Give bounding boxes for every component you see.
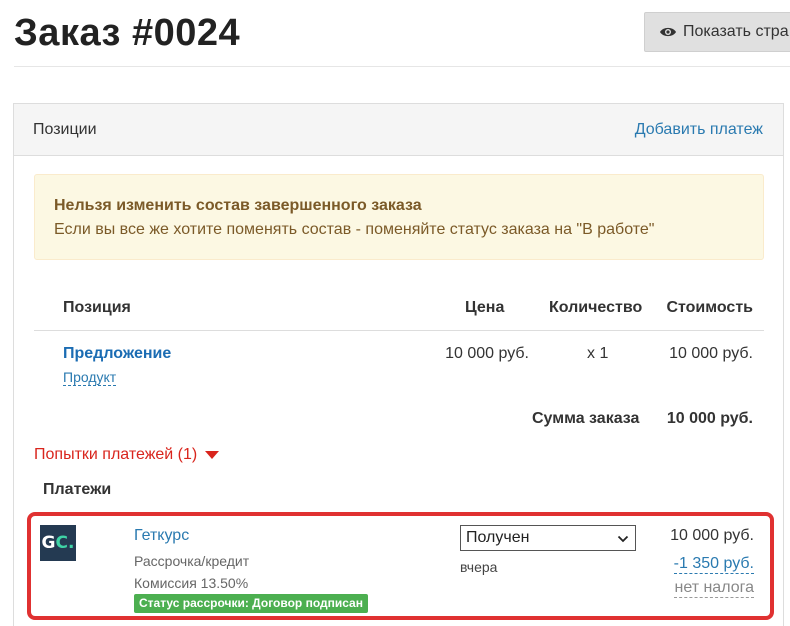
header-price: Цена	[465, 299, 505, 316]
panel-title: Позиции	[33, 121, 97, 138]
order-total-value: 10 000 руб.	[666, 410, 753, 427]
payment-status-value: Получен	[466, 529, 530, 546]
alert-title: Нельзя изменить состав завершенного зака…	[54, 197, 422, 214]
payment-date: вчера	[460, 559, 498, 575]
page-title: Заказ #0024	[14, 12, 241, 54]
logo-letter-c: C.	[55, 533, 75, 553]
payment-method: Рассрочка/кредит	[134, 553, 250, 569]
payment-row: G C. Геткурс Рассрочка/кредит Комиссия 13…	[27, 512, 774, 620]
item-quantity: x 1	[587, 345, 609, 362]
chevron-down-icon	[617, 532, 629, 544]
item-price: 10 000 руб.	[445, 345, 529, 362]
payment-attempts-label: Попытки платежей (1)	[34, 446, 198, 463]
alert-text: Если вы все же хотите поменять состав - …	[54, 221, 655, 238]
caret-down-icon	[205, 451, 220, 459]
item-cost: 10 000 руб.	[669, 345, 753, 362]
order-total-label: Сумма заказа	[532, 410, 640, 427]
payments-heading: Платежи	[43, 481, 112, 498]
show-page-button[interactable]: Показать стра	[644, 12, 790, 52]
item-type-link[interactable]: Продукт	[63, 369, 117, 386]
header-divider	[14, 66, 790, 67]
panel-header: Позиции Добавить платеж	[14, 104, 783, 156]
payment-provider-link[interactable]: Геткурс	[134, 527, 189, 545]
table-header-divider	[34, 330, 764, 331]
show-page-label: Показать стра	[683, 23, 789, 40]
warning-alert: Нельзя изменить состав завершенного зака…	[34, 174, 764, 260]
payment-tax[interactable]: нет налога	[674, 579, 754, 598]
getcourse-logo: G C.	[40, 525, 76, 561]
payment-commission-rate: Комиссия 13.50%	[134, 575, 249, 591]
add-payment-link[interactable]: Добавить платеж	[635, 121, 763, 139]
header-quantity: Количество	[549, 299, 643, 316]
positions-panel: Позиции Добавить платеж Нельзя изменить …	[13, 103, 784, 626]
payment-attempts-toggle[interactable]: Попытки платежей (1)	[34, 446, 220, 464]
header-position: Позиция	[63, 299, 131, 316]
payment-commission-amount[interactable]: -1 350 руб.	[673, 555, 754, 574]
header-cost: Стоимость	[666, 299, 753, 316]
eye-icon	[659, 25, 677, 39]
payment-amount: 10 000 руб.	[670, 527, 754, 544]
item-name-link[interactable]: Предложение	[63, 345, 171, 363]
logo-letter-g: G	[41, 533, 56, 553]
payment-status-select[interactable]: Получен	[460, 525, 636, 551]
installment-status-badge: Статус рассрочки: Договор подписан	[134, 594, 368, 613]
